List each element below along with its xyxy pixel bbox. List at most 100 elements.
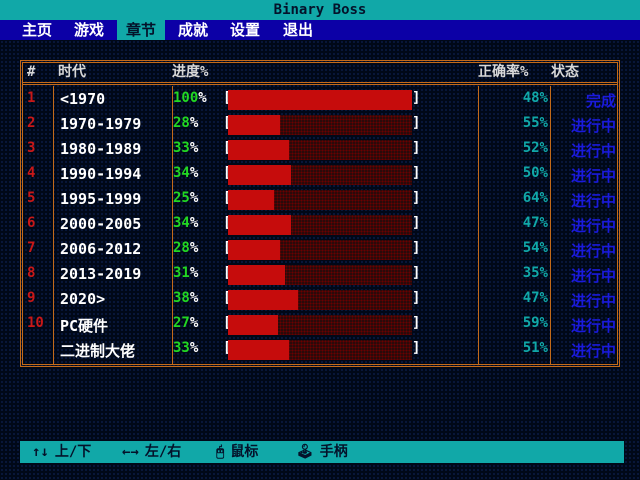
progress-value: 38 bbox=[173, 290, 190, 306]
progress-value: 25 bbox=[173, 190, 190, 206]
progress-percent: 33% bbox=[173, 140, 199, 156]
accuracy-value: 64% bbox=[522, 190, 548, 206]
accuracy-value: 47% bbox=[522, 215, 548, 231]
chapter-row[interactable]: 72006-201228%[]54%进行中 bbox=[0, 238, 640, 263]
chapter-row[interactable]: 82013-201931%[]35%进行中 bbox=[0, 263, 640, 288]
chapter-row[interactable]: 1<1970100%[]48%完成 bbox=[0, 88, 640, 113]
chapter-era: 2013-2019 bbox=[60, 265, 142, 283]
progress-bar bbox=[228, 165, 412, 185]
header-progress: 进度% bbox=[172, 64, 209, 80]
chapter-era: 2000-2005 bbox=[60, 215, 142, 233]
menu-item-achievements[interactable]: 成就 bbox=[174, 20, 212, 40]
progress-bracket-right: ] bbox=[412, 115, 421, 131]
progress-bar-fill bbox=[228, 190, 274, 210]
progress-bar bbox=[228, 90, 412, 110]
progress-bar bbox=[228, 265, 412, 285]
chapter-row[interactable]: 62000-200534%[]47%进行中 bbox=[0, 213, 640, 238]
chapter-row[interactable]: 41990-199434%[]50%进行中 bbox=[0, 163, 640, 188]
progress-bar-fill bbox=[228, 340, 289, 360]
menu-item-settings[interactable]: 设置 bbox=[226, 20, 264, 40]
chapter-row[interactable]: 31980-198933%[]52%进行中 bbox=[0, 138, 640, 163]
chapter-number: 10 bbox=[27, 315, 44, 331]
joystick-icon: 🕹 bbox=[296, 444, 314, 460]
chapter-number: 4 bbox=[27, 165, 36, 181]
progress-value: 34 bbox=[173, 215, 190, 231]
app-title: Binary Boss bbox=[273, 2, 367, 18]
accuracy-value: 52% bbox=[522, 140, 548, 156]
status-label: 进行中 bbox=[570, 117, 616, 135]
progress-bracket-right: ] bbox=[412, 290, 421, 306]
progress-percent: 31% bbox=[173, 265, 199, 281]
progress-bracket-right: ] bbox=[412, 165, 421, 181]
progress-bar-fill bbox=[228, 290, 298, 310]
arrows-left-right-icon: ←→ bbox=[122, 444, 139, 460]
hint-mouse: 🖰 鼠标 bbox=[216, 441, 258, 463]
progress-value: 31 bbox=[173, 265, 190, 281]
progress-percent: 25% bbox=[173, 190, 199, 206]
progress-bracket-right: ] bbox=[412, 190, 421, 206]
menu-item-exit[interactable]: 退出 bbox=[279, 20, 317, 40]
progress-bar bbox=[228, 240, 412, 260]
header-divider bbox=[23, 82, 617, 85]
hint-gamepad: 🕹 手柄 bbox=[296, 441, 348, 463]
progress-bar-fill bbox=[228, 240, 280, 260]
progress-bar bbox=[228, 115, 412, 135]
status-label: 完成 bbox=[585, 92, 616, 110]
menu-bar: 主页 游戏 章节 成就 设置 退出 bbox=[0, 20, 640, 40]
progress-bracket-right: ] bbox=[412, 340, 421, 356]
progress-bar-fill bbox=[228, 215, 291, 235]
progress-bar-fill bbox=[228, 115, 280, 135]
chapter-era: PC硬件 bbox=[60, 317, 109, 335]
menu-item-game[interactable]: 游戏 bbox=[70, 20, 108, 40]
progress-bar bbox=[228, 315, 412, 335]
mouse-icon: 🖰 bbox=[216, 444, 225, 460]
accuracy-value: 48% bbox=[522, 90, 548, 106]
chapter-era: <1970 bbox=[60, 90, 106, 108]
accuracy-value: 55% bbox=[522, 115, 548, 131]
status-label: 进行中 bbox=[570, 142, 616, 160]
progress-bracket-right: ] bbox=[412, 315, 421, 331]
progress-bracket-right: ] bbox=[412, 140, 421, 156]
progress-bar-fill bbox=[228, 315, 278, 335]
menu-item-chapters[interactable]: 章节 bbox=[117, 20, 165, 40]
header-status: 状态 bbox=[551, 64, 579, 80]
status-label: 进行中 bbox=[570, 342, 616, 360]
chapter-era: 1980-1989 bbox=[60, 140, 142, 158]
header-accuracy: 正确率% bbox=[478, 64, 529, 80]
progress-bar bbox=[228, 340, 412, 360]
progress-value: 28 bbox=[173, 240, 190, 256]
chapter-era: 1970-1979 bbox=[60, 115, 142, 133]
header-era: 时代 bbox=[58, 64, 86, 80]
hint-up-down: ↑↓ 上/下 bbox=[32, 441, 91, 463]
progress-bracket-right: ] bbox=[412, 215, 421, 231]
progress-bar-fill bbox=[228, 140, 289, 160]
status-label: 进行中 bbox=[570, 167, 616, 185]
chapter-row[interactable]: 21970-197928%[]55%进行中 bbox=[0, 113, 640, 138]
progress-bar bbox=[228, 190, 412, 210]
menu-item-home[interactable]: 主页 bbox=[18, 20, 56, 40]
progress-bracket-right: ] bbox=[412, 240, 421, 256]
chapter-era: 1990-1994 bbox=[60, 165, 142, 183]
chapter-row[interactable]: 二进制大佬33%[]51%进行中 bbox=[0, 338, 640, 363]
progress-value: 28 bbox=[173, 115, 190, 131]
chapter-number: 7 bbox=[27, 240, 36, 256]
progress-value: 100 bbox=[173, 90, 199, 106]
header-num: # bbox=[27, 64, 36, 80]
progress-percent: 34% bbox=[173, 215, 199, 231]
progress-bar bbox=[228, 215, 412, 235]
progress-bracket-right: ] bbox=[412, 90, 421, 106]
progress-value: 27 bbox=[173, 315, 190, 331]
chapter-number: 6 bbox=[27, 215, 36, 231]
chapter-row[interactable]: 92020>38%[]47%进行中 bbox=[0, 288, 640, 313]
chapter-row[interactable]: 10PC硬件27%[]59%进行中 bbox=[0, 313, 640, 338]
status-label: 进行中 bbox=[570, 242, 616, 260]
hint-label: 手柄 bbox=[319, 444, 348, 460]
progress-bar-fill bbox=[228, 90, 412, 110]
status-label: 进行中 bbox=[570, 317, 616, 335]
chapter-era: 2020> bbox=[60, 290, 106, 308]
chapter-row[interactable]: 51995-199925%[]64%进行中 bbox=[0, 188, 640, 213]
chapter-number: 5 bbox=[27, 190, 36, 206]
hint-label: 左/右 bbox=[144, 444, 182, 460]
progress-value: 33 bbox=[173, 140, 190, 156]
hint-left-right: ←→ 左/右 bbox=[122, 441, 181, 463]
